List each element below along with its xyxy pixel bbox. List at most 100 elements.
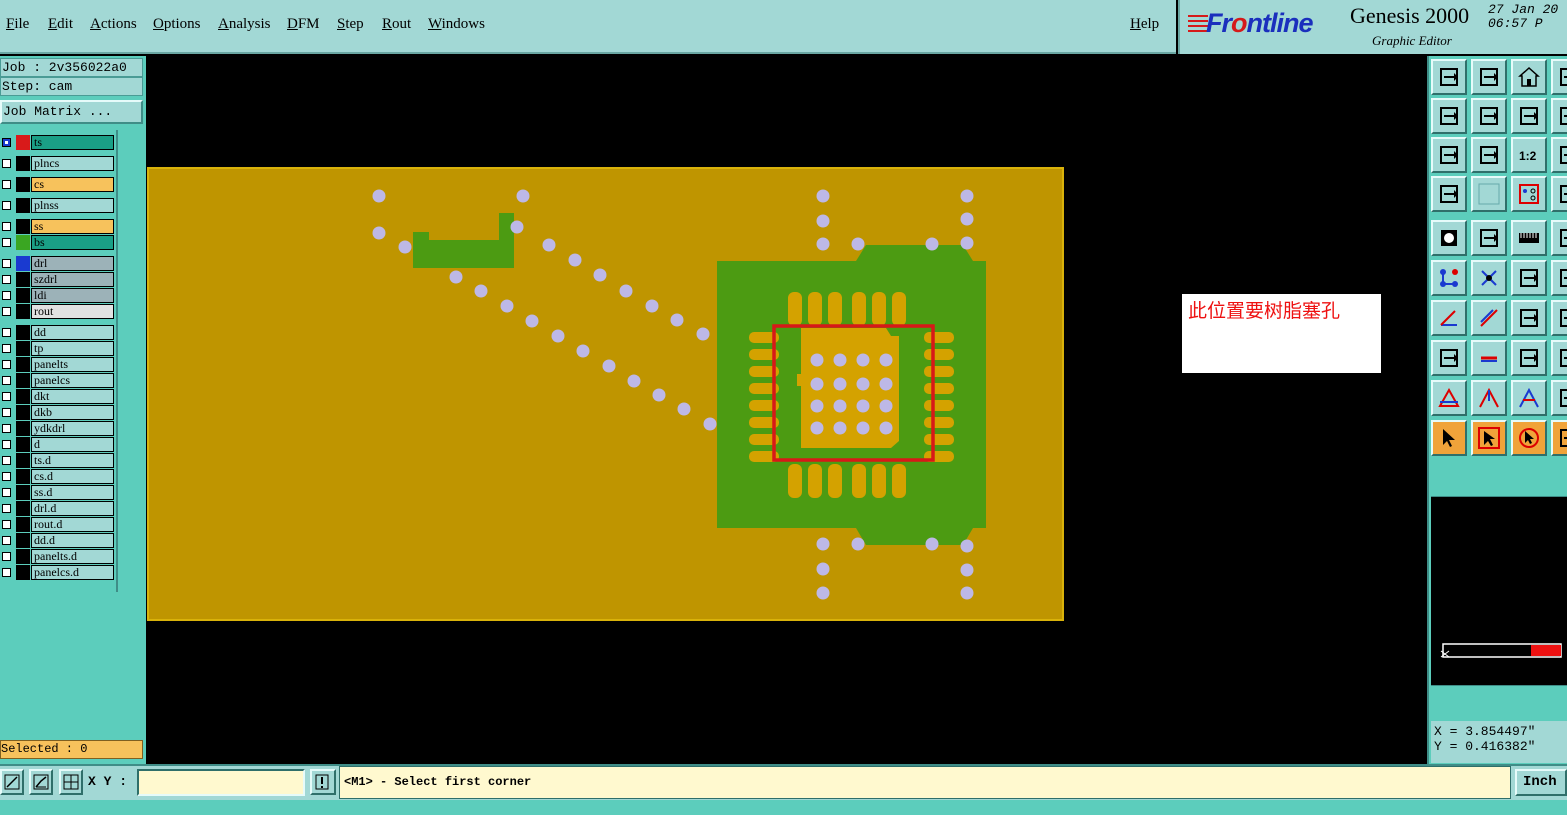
layer-name[interactable]: drl	[31, 256, 114, 271]
draw-line-button[interactable]	[1471, 300, 1507, 336]
scale-1-2-button[interactable]: 1:2	[1511, 137, 1547, 173]
layer-checkbox[interactable]	[2, 376, 11, 385]
arrow-button[interactable]	[1551, 380, 1567, 416]
circle-button[interactable]	[1551, 220, 1567, 256]
layer-checkbox[interactable]	[2, 201, 11, 210]
layer-checkbox[interactable]	[2, 291, 11, 300]
layer-color-swatch[interactable]	[16, 304, 30, 319]
layer-color-swatch[interactable]	[16, 421, 30, 436]
angle-button[interactable]	[1431, 300, 1467, 336]
layer-row-rout-d[interactable]: rout.d	[0, 517, 116, 532]
layer-checkbox[interactable]	[2, 307, 11, 316]
layer-row-ts-d[interactable]: ts.d	[0, 453, 116, 468]
layer-checkbox[interactable]	[2, 408, 11, 417]
layer-name[interactable]: ss	[31, 219, 114, 234]
layer-name[interactable]: tp	[31, 341, 114, 356]
layer-name[interactable]: panelcs	[31, 373, 114, 388]
layer-color-swatch[interactable]	[16, 469, 30, 484]
layer-color-swatch[interactable]	[16, 373, 30, 388]
layer-row-d[interactable]: d	[0, 437, 116, 452]
layer-checkbox[interactable]	[2, 360, 11, 369]
layer-checkbox[interactable]	[2, 536, 11, 545]
layer-color-swatch[interactable]	[16, 235, 30, 250]
layer-row-tp[interactable]: tp	[0, 341, 116, 356]
pad-add-button[interactable]	[1431, 340, 1467, 376]
overview-panel[interactable]	[1431, 496, 1567, 686]
layer-name[interactable]: ts	[31, 135, 114, 150]
measure-alt-button[interactable]	[1551, 340, 1567, 376]
layer-row-cs[interactable]: cs	[0, 177, 116, 192]
layer-color-swatch[interactable]	[16, 219, 30, 234]
layer-color-swatch[interactable]	[16, 256, 30, 271]
polygon-button[interactable]	[1471, 220, 1507, 256]
cross-button[interactable]	[1471, 260, 1507, 296]
layer-row-dkt[interactable]: dkt	[0, 389, 116, 404]
layer-color-swatch[interactable]	[16, 485, 30, 500]
layer-row-ldi[interactable]: ldi	[0, 288, 116, 303]
layer-name[interactable]: szdrl	[31, 272, 114, 287]
move-right-button[interactable]	[1471, 98, 1507, 134]
layer-checkbox[interactable]	[2, 552, 11, 561]
layer-checkbox[interactable]	[2, 440, 11, 449]
layer-row-szdrl[interactable]: szdrl	[0, 272, 116, 287]
layer-color-swatch[interactable]	[16, 156, 30, 171]
move-left-button[interactable]	[1431, 98, 1467, 134]
layer-name[interactable]: cs	[31, 177, 114, 192]
layer-name[interactable]: rout.d	[31, 517, 114, 532]
layer-checkbox[interactable]	[2, 504, 11, 513]
layer-name[interactable]: ldi	[31, 288, 114, 303]
layer-checkbox[interactable]	[2, 392, 11, 401]
text-button[interactable]	[1551, 300, 1567, 336]
ruler-button[interactable]	[1511, 220, 1547, 256]
layer-name[interactable]: ts.d	[31, 453, 114, 468]
layer-checkbox[interactable]	[2, 180, 11, 189]
layer-checkbox[interactable]	[2, 222, 11, 231]
frame-button[interactable]	[1551, 137, 1567, 173]
layer-checkbox[interactable]	[2, 159, 11, 168]
layer-checkbox[interactable]	[2, 275, 11, 284]
select-alt-button[interactable]	[1551, 420, 1567, 456]
minus-button[interactable]	[1471, 340, 1507, 376]
layer-color-swatch[interactable]	[16, 135, 30, 150]
line-node-button[interactable]	[1511, 260, 1547, 296]
layer-name[interactable]: plncs	[31, 156, 114, 171]
layer-row-plnss[interactable]: plnss	[0, 198, 116, 213]
layer-color-swatch[interactable]	[16, 549, 30, 564]
open-layer-button[interactable]	[1431, 59, 1467, 95]
node-button[interactable]	[1551, 260, 1567, 296]
fill-button[interactable]	[1431, 220, 1467, 256]
layer-row-panelcs-d[interactable]: panelcs.d	[0, 565, 116, 580]
layer-row-ss-d[interactable]: ss.d	[0, 485, 116, 500]
snap-button[interactable]	[1511, 176, 1547, 212]
layer-name[interactable]: d	[31, 437, 114, 452]
layer-checkbox[interactable]	[2, 259, 11, 268]
layer-color-swatch[interactable]	[16, 341, 30, 356]
menu-actions[interactable]: Actions	[90, 16, 137, 33]
layer-row-dd[interactable]: dd	[0, 325, 116, 340]
execute-button[interactable]	[310, 769, 336, 795]
layer-color-swatch[interactable]	[16, 453, 30, 468]
layer-name[interactable]: panelts.d	[31, 549, 114, 564]
select-box-button[interactable]	[1471, 420, 1507, 456]
layer-checkbox[interactable]	[2, 238, 11, 247]
layer-color-swatch[interactable]	[16, 357, 30, 372]
zoom-in-button[interactable]	[0, 769, 24, 795]
layer-name[interactable]: panelts	[31, 357, 114, 372]
layer-row-panelcs[interactable]: panelcs	[0, 373, 116, 388]
layer-row-bs[interactable]: bs	[0, 235, 116, 250]
layer-name[interactable]: rout	[31, 304, 114, 319]
layer-color-swatch[interactable]	[16, 501, 30, 516]
layer-checkbox[interactable]	[2, 424, 11, 433]
fit-screen-button[interactable]	[1431, 137, 1467, 173]
layer-name[interactable]: plnss	[31, 198, 114, 213]
layer-checkbox[interactable]	[2, 488, 11, 497]
menu-help[interactable]: Help	[1130, 16, 1159, 33]
layer-color-swatch[interactable]	[16, 325, 30, 340]
layer-row-drl[interactable]: drl	[0, 256, 116, 271]
layer-color-swatch[interactable]	[16, 389, 30, 404]
layer-row-cs-d[interactable]: cs.d	[0, 469, 116, 484]
layer-checkbox[interactable]	[2, 472, 11, 481]
menu-dfm[interactable]: DFM	[287, 16, 320, 33]
select-arrow-button[interactable]	[1431, 420, 1467, 456]
layer-color-swatch[interactable]	[16, 405, 30, 420]
